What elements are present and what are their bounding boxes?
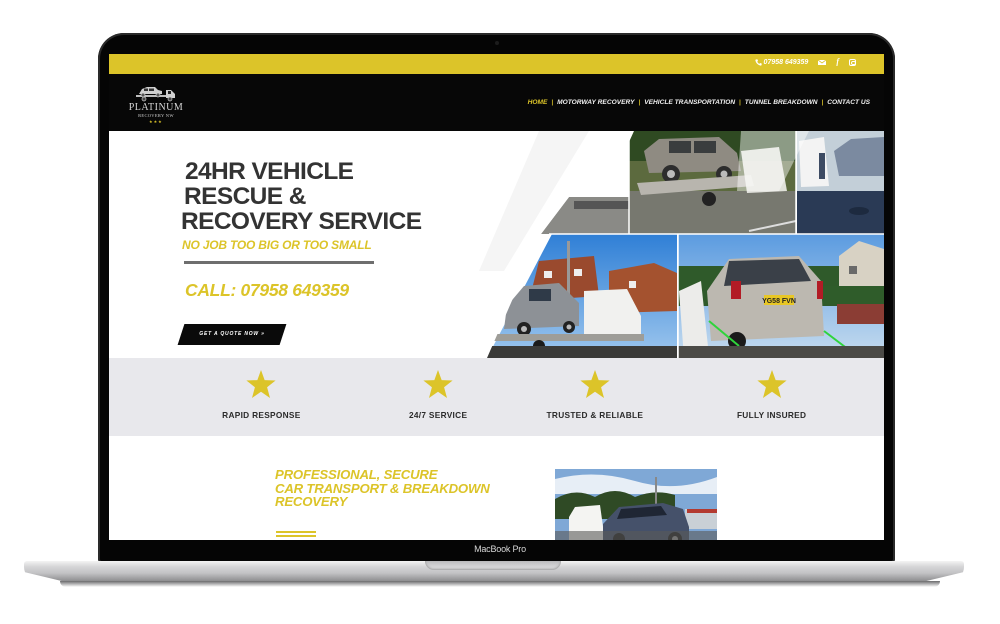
star-icon xyxy=(580,370,610,398)
nav-separator: | xyxy=(739,99,741,106)
section-title-line: PROFESSIONAL, SECURE xyxy=(275,467,438,482)
feature-24-7-service: 24/7 SERVICE xyxy=(340,358,517,436)
get-quote-label: GET A QUOTE NOW » xyxy=(199,331,265,337)
section-title-line: RECOVERY xyxy=(275,494,348,509)
topbar-phone-number: 07958 649359 xyxy=(763,58,809,66)
feature-label: RAPID RESPONSE xyxy=(222,410,301,420)
feature-trusted-reliable: TRUSTED & RELIABLE xyxy=(517,358,694,436)
topbar-phone-link[interactable]: 07958 649359 xyxy=(754,58,809,66)
laptop-base-shadow xyxy=(60,581,940,587)
star-icon xyxy=(757,370,787,398)
site-header: PLATINUM RECOVERY NW ★★★ HOME | MOTORWAY… xyxy=(109,74,884,131)
laptop-screen: 07958 649359 f PLATINUM RECOVERY NW ★★★ … xyxy=(109,54,884,540)
phone-icon xyxy=(754,58,762,66)
logo-stars: ★★★ xyxy=(149,119,163,124)
nav-separator: | xyxy=(821,99,824,106)
nav-item-tunnel-breakdown[interactable]: TUNNEL BREAKDOWN xyxy=(745,99,818,106)
section-divider xyxy=(276,531,316,533)
hero-title-line: RESCUE & xyxy=(184,183,306,210)
hero-title-line: 24HR VEHICLE xyxy=(185,158,354,185)
section-divider xyxy=(276,535,316,537)
collage-photo-van-car xyxy=(797,131,884,234)
nav-item-motorway-recovery[interactable]: MOTORWAY RECOVERY xyxy=(557,99,634,106)
hero-section: 24HR VEHICLE RESCUE & RECOVERY SERVICE N… xyxy=(109,131,884,358)
main-nav: HOME | MOTORWAY RECOVERY | VEHICLE TRANS… xyxy=(528,99,870,106)
laptop-notch xyxy=(425,561,561,570)
hero-tagline: NO JOB TOO BIG OR TOO SMALL xyxy=(182,238,372,252)
section-title-line: CAR TRANSPORT & BREAKDOWN xyxy=(275,480,490,496)
star-icon xyxy=(423,370,453,398)
hero-title-line: RECOVERY SERVICE xyxy=(181,208,422,235)
hero-title: 24HR VEHICLE RESCUE & RECOVERY SERVICE xyxy=(181,158,422,235)
get-quote-button[interactable]: GET A QUOTE NOW » xyxy=(177,324,287,345)
webcam xyxy=(495,41,499,45)
star-icon xyxy=(246,370,276,398)
section-title: PROFESSIONAL, SECURE CAR TRANSPORT & BRE… xyxy=(275,468,490,509)
logo-name: PLATINUM xyxy=(128,102,184,113)
feature-label: TRUSTED & RELIABLE xyxy=(546,410,644,420)
nav-separator: | xyxy=(638,99,641,106)
collage-photo-silver-car: YG58 FVN xyxy=(678,234,884,358)
device-model-label: MacBook Pro xyxy=(474,544,526,554)
nav-separator: | xyxy=(551,99,554,106)
about-section: PROFESSIONAL, SECURE CAR TRANSPORT & BRE… xyxy=(109,436,884,540)
feature-label: FULLY INSURED xyxy=(736,410,807,420)
hero-photo-collage: YG58 FVN xyxy=(479,131,884,358)
nav-item-vehicle-transportation[interactable]: VEHICLE TRANSPORTATION xyxy=(644,99,735,106)
number-plate: YG58 FVN xyxy=(762,298,796,305)
instagram-icon[interactable] xyxy=(849,58,856,66)
feature-label: 24/7 SERVICE xyxy=(408,410,468,420)
facebook-icon[interactable]: f xyxy=(836,58,839,66)
feature-fully-insured: FULLY INSURED xyxy=(693,358,884,436)
mail-icon[interactable] xyxy=(818,59,827,65)
logo-subtitle: RECOVERY NW xyxy=(138,113,174,118)
hero-call-number[interactable]: CALL: 07958 649359 xyxy=(185,280,349,301)
hero-divider xyxy=(184,261,374,264)
nav-item-home[interactable]: HOME xyxy=(528,99,548,106)
logo[interactable]: PLATINUM RECOVERY NW ★★★ xyxy=(123,84,189,126)
nav-item-contact-us[interactable]: CONTACT US xyxy=(827,99,870,106)
top-contact-bar: 07958 649359 f xyxy=(109,54,884,74)
feature-rapid-response: RAPID RESPONSE xyxy=(109,358,340,436)
section-photo-suv xyxy=(555,469,717,540)
tow-truck-icon xyxy=(136,87,175,102)
features-strip: RAPID RESPONSE 24/7 SERVICE TRUSTED & RE… xyxy=(109,358,884,436)
